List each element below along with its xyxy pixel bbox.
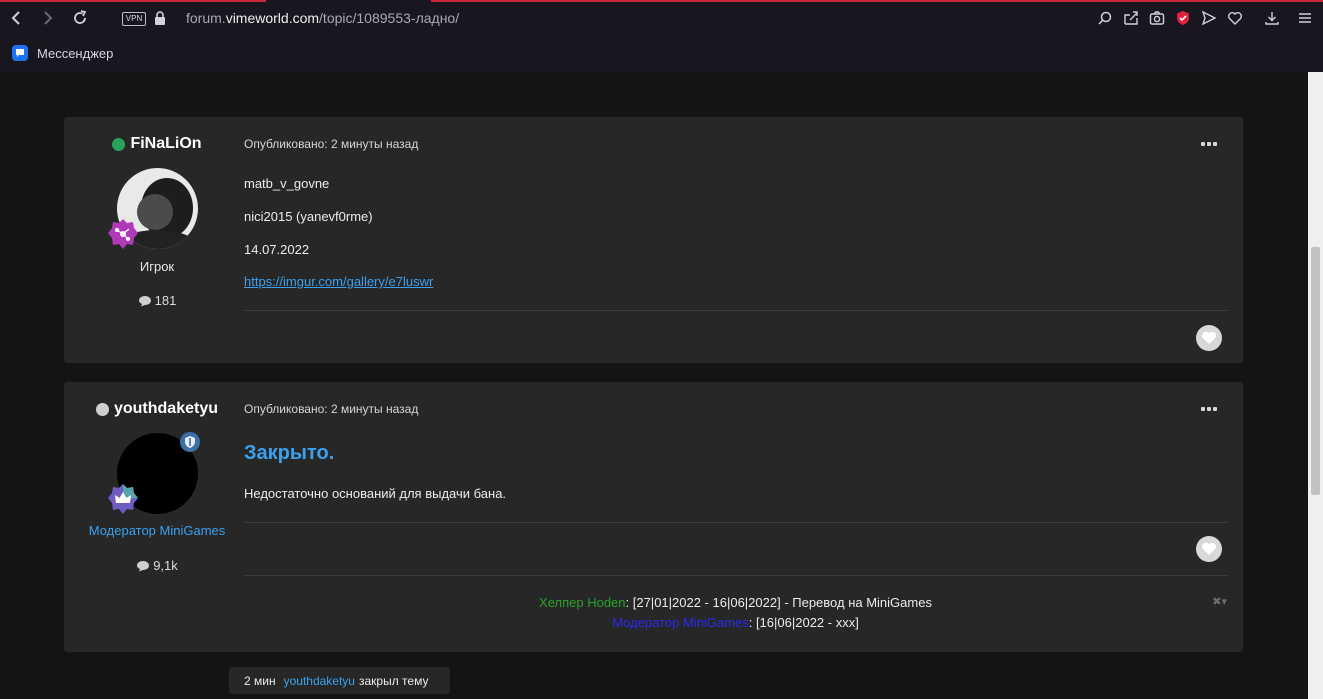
author-name[interactable]: youthdaketyu — [64, 400, 250, 418]
vpn-badge[interactable]: VPN — [122, 12, 146, 26]
post-count-value: 181 — [154, 293, 177, 308]
forum-post: youthdaketyu Модератор MiniGames 9,1k Оп… — [64, 382, 1243, 652]
signature-text: : [16|06|2022 - xxx] — [748, 615, 859, 630]
share-icon[interactable] — [1121, 8, 1141, 28]
messenger-icon — [12, 45, 28, 61]
more-options-button[interactable] — [1201, 406, 1217, 412]
page-content: FiNaLiOn Игрок 181 Опубликовано: 2 минут… — [0, 72, 1308, 699]
url-path: /topic/1089553-ладно/ — [319, 10, 460, 26]
online-status-dot — [112, 137, 126, 151]
forum-post: FiNaLiOn Игрок 181 Опубликовано: 2 минут… — [64, 117, 1243, 363]
author-group: Игрок — [139, 259, 175, 274]
comment-icon — [138, 295, 151, 306]
bookmark-messenger[interactable]: Мессенджер — [12, 45, 113, 61]
scrollbar-thumb[interactable] — [1311, 247, 1320, 495]
divider — [243, 522, 1228, 523]
address-bar[interactable]: forum.vimeworld.com/topic/1089553-ладно/ — [186, 10, 459, 26]
signature-text: : [27|01|2022 - 16|06|2022] - Перевод на… — [625, 595, 932, 610]
like-button[interactable] — [1196, 536, 1222, 562]
author-username[interactable]: FiNaLiOn — [130, 135, 201, 153]
signature-role: Модератор MiniGames — [612, 615, 749, 630]
post-text: Недостаточно оснований для выдачи бана. — [244, 486, 507, 501]
shield-icon[interactable] — [1173, 8, 1193, 28]
author-group[interactable]: Модератор MiniGames — [64, 523, 250, 538]
post-line: matb_v_govne — [244, 176, 330, 191]
forward-button[interactable] — [38, 8, 58, 28]
send-icon[interactable] — [1199, 8, 1219, 28]
imgur-link[interactable]: https://imgur.com/gallery/e7luswr — [244, 274, 433, 289]
heart-icon[interactable] — [1225, 8, 1245, 28]
back-button[interactable] — [6, 8, 26, 28]
like-button[interactable] — [1196, 325, 1222, 351]
search-icon[interactable] — [1095, 8, 1115, 28]
event-action: закрыл тему — [358, 673, 429, 688]
divider — [243, 575, 1228, 576]
bookmark-label: Мессенджер — [37, 45, 114, 61]
post-heading: Закрыто. — [244, 442, 335, 464]
camera-icon[interactable] — [1147, 8, 1167, 28]
post-meta: Опубликовано: 2 минуты назад — [244, 402, 419, 416]
signature-close-icon[interactable]: ✖▾ — [1212, 595, 1227, 608]
download-icon[interactable] — [1262, 8, 1282, 28]
post-count-value: 9,1k — [153, 558, 178, 573]
topic-event: 2 мин youthdaketyu закрыл тему — [229, 667, 450, 694]
post-line: 14.07.2022 — [244, 242, 310, 257]
url-domain: vimeworld.com — [225, 10, 320, 26]
signature-line: Хелпер Hoden: [27|01|2022 - 16|06|2022] … — [243, 595, 1228, 610]
comment-icon — [137, 560, 150, 571]
chevron-right-icon — [44, 11, 53, 25]
heart-icon — [1202, 542, 1216, 555]
tab-indicator — [0, 0, 266, 2]
reload-icon — [74, 10, 87, 24]
heart-icon — [1202, 331, 1216, 344]
moderator-shield-icon — [179, 431, 201, 453]
browser-toolbar: VPN forum.vimeworld.com/topic/1089553-ла… — [0, 0, 1323, 72]
scrollbar[interactable] — [1308, 72, 1323, 699]
author-name[interactable]: FiNaLiOn — [64, 135, 250, 153]
rank-badge-icon — [107, 218, 139, 250]
menu-icon[interactable] — [1295, 8, 1315, 28]
post-count: 181 — [64, 293, 250, 308]
tab-indicator — [431, 0, 1323, 2]
url-prefix: forum. — [186, 10, 226, 26]
post-count: 9,1k — [64, 558, 250, 573]
signature-role: Хелпер Hoden — [539, 595, 626, 610]
post-meta: Опубликовано: 2 минуты назад — [244, 137, 419, 151]
signature-line: Модератор MiniGames: [16|06|2022 - xxx] — [243, 615, 1228, 630]
crown-badge-icon — [107, 483, 139, 515]
divider — [243, 310, 1228, 311]
author-username[interactable]: youthdaketyu — [114, 400, 218, 418]
chevron-left-icon — [11, 11, 20, 25]
post-line: nici2015 (yanevf0rme) — [244, 209, 373, 224]
event-user-link[interactable]: youthdaketyu — [284, 674, 355, 688]
more-options-button[interactable] — [1201, 141, 1217, 147]
offline-status-dot — [95, 402, 109, 416]
event-time: 2 мин — [244, 673, 276, 688]
reload-button[interactable] — [70, 8, 90, 28]
lock-icon[interactable] — [154, 11, 166, 26]
